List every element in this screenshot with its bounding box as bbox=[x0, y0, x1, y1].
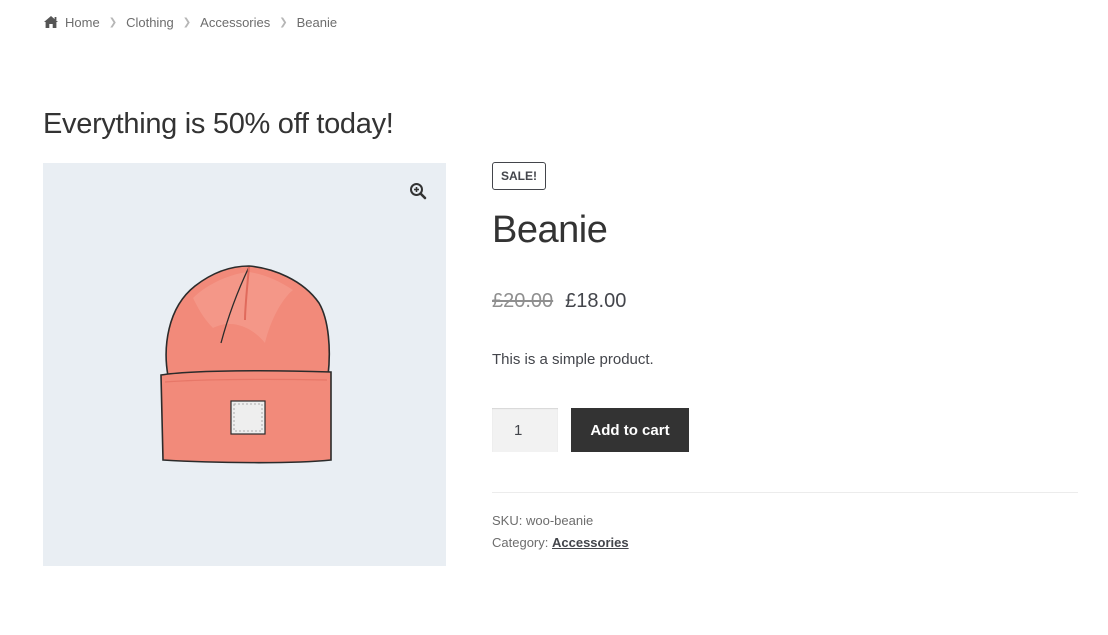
breadcrumb-current: Beanie bbox=[296, 14, 338, 30]
category-line: Category: Accessories bbox=[492, 532, 1078, 554]
breadcrumb-accessories-link[interactable]: Accessories bbox=[200, 15, 270, 30]
breadcrumb-home-link[interactable]: Home bbox=[65, 15, 100, 30]
product-summary: SALE! Beanie £20.00 £18.00 This is a sim… bbox=[492, 162, 1078, 554]
chevron-right-icon: ❯ bbox=[279, 16, 288, 28]
product-price: £20.00 £18.00 bbox=[492, 290, 1078, 313]
breadcrumb-clothing-link[interactable]: Clothing bbox=[126, 15, 174, 30]
short-description: This is a simple product. bbox=[492, 351, 654, 368]
product-title: Beanie bbox=[492, 209, 608, 251]
product-gallery[interactable] bbox=[43, 163, 446, 566]
add-to-cart-form: Add to cart bbox=[492, 408, 1078, 452]
sku-label: SKU: bbox=[492, 513, 523, 528]
divider bbox=[492, 492, 1078, 493]
sku-line: SKU: woo-beanie bbox=[492, 510, 1078, 532]
product-meta: SKU: woo-beanie Category: Accessories bbox=[492, 510, 1078, 554]
regular-price: £20.00 bbox=[492, 290, 554, 312]
home-icon bbox=[43, 15, 59, 29]
sku-value: woo-beanie bbox=[525, 513, 594, 528]
breadcrumb: Home ❯ Clothing ❯ Accessories ❯ Beanie bbox=[43, 12, 337, 32]
category-label: Category: bbox=[492, 535, 549, 550]
store-notice-heading: Everything is 50% off today! bbox=[43, 108, 394, 140]
quantity-input[interactable] bbox=[492, 408, 558, 452]
sale-badge: SALE! bbox=[492, 162, 546, 190]
category-link[interactable]: Accessories bbox=[552, 535, 629, 550]
product-page: Home ❯ Clothing ❯ Accessories ❯ Beanie E… bbox=[0, 0, 1108, 635]
sale-price: £18.00 bbox=[565, 290, 627, 312]
add-to-cart-button[interactable]: Add to cart bbox=[571, 408, 689, 452]
beanie-product-image[interactable] bbox=[153, 258, 338, 473]
chevron-right-icon: ❯ bbox=[108, 16, 118, 28]
zoom-in-icon[interactable] bbox=[404, 177, 432, 205]
chevron-right-icon: ❯ bbox=[182, 16, 192, 28]
